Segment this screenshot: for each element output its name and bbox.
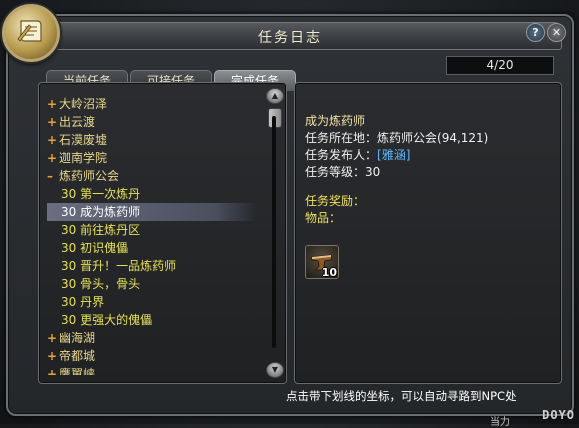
quest-level-label: 任务等级： [305,165,366,179]
quest-counter: 4/20 [446,56,554,75]
quest-level-row: 任务等级：30 [305,164,555,181]
tree-item-label: 石漠废墟 [59,133,108,147]
quest-item[interactable]: 30 丹界 [47,293,257,311]
scroll-up-button[interactable]: ▲ [266,88,284,104]
quest-item[interactable]: 30 晋升！一品炼药师 [47,257,257,275]
watermark: DOYO [542,408,575,422]
tree-item-label: 30 第一次炼丹 [61,187,141,201]
expand-icon[interactable]: + [47,95,59,113]
tree-item-label: 30 丹界 [61,295,105,309]
help-button[interactable]: ? [526,23,545,42]
quest-list-panel: + 大岭沼泽 + 出云渡 + 石漠废墟 + 迦南学院 – 炼药师公会 30 第一次炼丹 30 成为炼药… [38,82,287,384]
tree-item-label: 30 前往炼丹区 [61,223,141,237]
tree-item-label: 迦南学院 [59,151,108,165]
reward-heading: 任务奖励： [305,194,366,208]
tree-item-label: 30 晋升！一品炼药师 [61,259,177,273]
scroll-icon [17,20,42,42]
expand-icon[interactable]: + [47,113,59,131]
quest-item[interactable]: 30 成为炼药师 [47,203,257,221]
reward-items-label: 物品： [305,211,342,225]
quest-item[interactable]: 30 更强大的傀儡 [47,311,257,329]
quest-category[interactable]: + 出云渡 [47,113,257,131]
tree-item-label: 大岭沼泽 [59,97,108,111]
quest-log-emblem [2,4,60,62]
quest-location-row: 任务所在地：炼药师公会(94,121) [305,130,555,147]
quest-category[interactable]: + 鹰翼峡 [47,365,257,375]
quest-item[interactable]: 30 骨头，骨头 [47,275,257,293]
expand-icon[interactable]: + [47,149,59,167]
quest-log-window: 任务日志 当前任务 可接任务 完成任务 4/20 + 大岭沼泽 + 出云渡 + 石漠废墟 +… [6,14,574,416]
tree-item-label: 炼药师公会 [59,169,120,183]
quest-giver-row: 任务发布人：[雅涵] [305,147,555,164]
tree-item-label: 出云渡 [59,115,96,129]
quest-item[interactable]: 30 第一次炼丹 [47,185,257,203]
collapse-icon[interactable]: – [47,167,59,185]
title-bar: 任务日志 [18,22,562,50]
quest-location-label: 任务所在地： [305,131,378,145]
scroll-track[interactable] [272,116,276,348]
quest-level-value: 30 [365,165,381,179]
tree-item-label: 30 更强大的傀儡 [61,313,153,327]
navigation-hint: 点击带下划线的坐标，可以自动寻路到NPC处 [286,389,517,403]
quest-tree: + 大岭沼泽 + 出云渡 + 石漠废墟 + 迦南学院 – 炼药师公会 30 第一次炼丹 30 成为炼药… [47,95,257,375]
expand-icon[interactable]: + [47,131,59,149]
quest-giver-label: 任务发布人： [305,148,378,162]
expand-icon[interactable]: + [47,329,59,347]
quest-category[interactable]: + 大岭沼泽 [47,95,257,113]
tree-item-label: 30 初识傀儡 [61,241,129,255]
scroll-down-button[interactable]: ▼ [266,362,284,378]
reward-item-slot[interactable]: 10 [305,245,339,279]
window-title: 任务日志 [258,30,322,46]
tree-item-label: 30 骨头，骨头 [61,277,141,291]
tree-item-label: 帝都城 [59,349,96,363]
quest-item[interactable]: 30 初识傀儡 [47,239,257,257]
quest-category[interactable]: + 迦南学院 [47,149,257,167]
tree-item-label: 鹰翼峡 [59,367,96,375]
tree-item-label: 30 成为炼药师 [61,205,141,219]
quest-category[interactable]: + 幽海湖 [47,329,257,347]
expand-icon[interactable]: + [47,347,59,365]
quest-location-value[interactable]: 炼药师公会(94,121) [377,131,488,145]
quest-detail-panel: 成为炼药师 任务所在地：炼药师公会(94,121) 任务发布人：[雅涵] 任务等… [294,82,562,384]
reward-item-count: 10 [321,266,337,279]
quest-category[interactable]: + 帝都城 [47,347,257,365]
expand-icon[interactable]: + [47,365,59,375]
quest-category[interactable]: + 石漠废墟 [47,131,257,149]
close-button[interactable]: ✕ [547,23,566,42]
quest-list-scrollbar[interactable]: ▲ ▼ [266,88,284,378]
background-text: 当力 [490,417,510,428]
tree-item-label: 幽海湖 [59,331,96,345]
quest-detail: 成为炼药师 任务所在地：炼药师公会(94,121) 任务发布人：[雅涵] 任务等… [305,113,555,227]
quest-giver-link[interactable]: [雅涵] [377,148,410,162]
quest-category[interactable]: – 炼药师公会 [47,167,257,185]
quest-name: 成为炼药师 [305,114,366,128]
quest-item[interactable]: 30 前往炼丹区 [47,221,257,239]
